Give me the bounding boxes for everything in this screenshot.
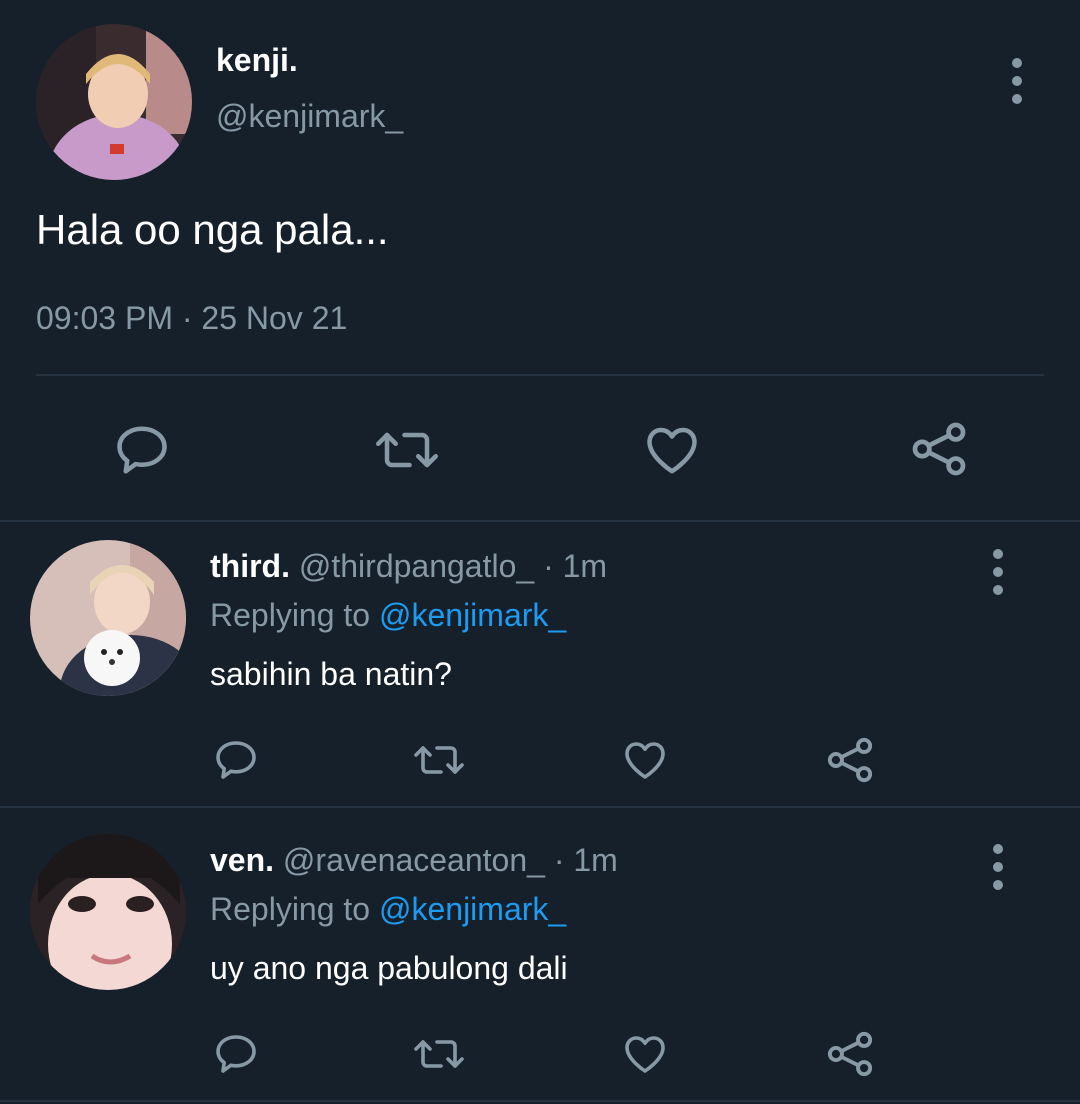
time-ago: · 1m — [553, 842, 618, 878]
tweet-text: Hala oo nga pala... — [36, 206, 389, 253]
replying-to: Replying to @kenjimark_ — [210, 891, 566, 928]
more-options-icon[interactable] — [992, 549, 1004, 595]
avatar[interactable] — [36, 24, 192, 180]
display-name[interactable]: ven. — [210, 842, 274, 878]
handle[interactable]: @ravenaceanton_ — [283, 842, 545, 878]
retweet-icon[interactable] — [412, 736, 466, 784]
reply-icon[interactable] — [212, 1030, 260, 1078]
reply-icon[interactable] — [212, 736, 260, 784]
tweet-text: uy ano nga pabulong dali — [210, 950, 568, 986]
share-icon[interactable] — [908, 418, 970, 480]
display-name[interactable]: kenji. — [216, 42, 298, 79]
avatar[interactable] — [30, 834, 186, 990]
avatar-photo — [30, 540, 186, 696]
tweet-text: sabihin ba natin? — [210, 656, 452, 692]
replying-label: Replying to — [210, 891, 371, 927]
like-icon[interactable] — [620, 736, 670, 784]
handle[interactable]: @thirdpangatlo_ — [299, 548, 534, 584]
mention-link[interactable]: @kenjimark_ — [379, 891, 566, 927]
reply-header: ven. @ravenaceanton_ · 1m — [210, 842, 618, 879]
timestamp: 09:03 PM · 25 Nov 21 — [36, 300, 348, 336]
time-ago: · 1m — [543, 548, 608, 584]
section-divider — [0, 806, 1080, 808]
section-divider — [0, 1100, 1080, 1102]
like-icon[interactable] — [642, 420, 702, 480]
avatar[interactable] — [30, 540, 186, 696]
more-options-icon[interactable] — [992, 844, 1004, 890]
reply-icon[interactable] — [112, 420, 172, 480]
share-icon[interactable] — [824, 734, 876, 786]
reply-header: third. @thirdpangatlo_ · 1m — [210, 548, 607, 585]
replying-to: Replying to @kenjimark_ — [210, 597, 566, 634]
retweet-icon[interactable] — [412, 1030, 466, 1078]
display-name[interactable]: third. — [210, 548, 290, 584]
more-options-icon[interactable] — [1011, 58, 1023, 104]
share-icon[interactable] — [824, 1028, 876, 1080]
like-icon[interactable] — [620, 1030, 670, 1078]
mention-link[interactable]: @kenjimark_ — [379, 597, 566, 633]
handle[interactable]: @kenjimark_ — [216, 98, 403, 135]
avatar-photo — [30, 834, 186, 990]
section-divider — [0, 520, 1080, 522]
avatar-photo — [36, 24, 192, 180]
retweet-icon[interactable] — [374, 420, 440, 480]
replying-label: Replying to — [210, 597, 371, 633]
divider — [36, 374, 1044, 376]
